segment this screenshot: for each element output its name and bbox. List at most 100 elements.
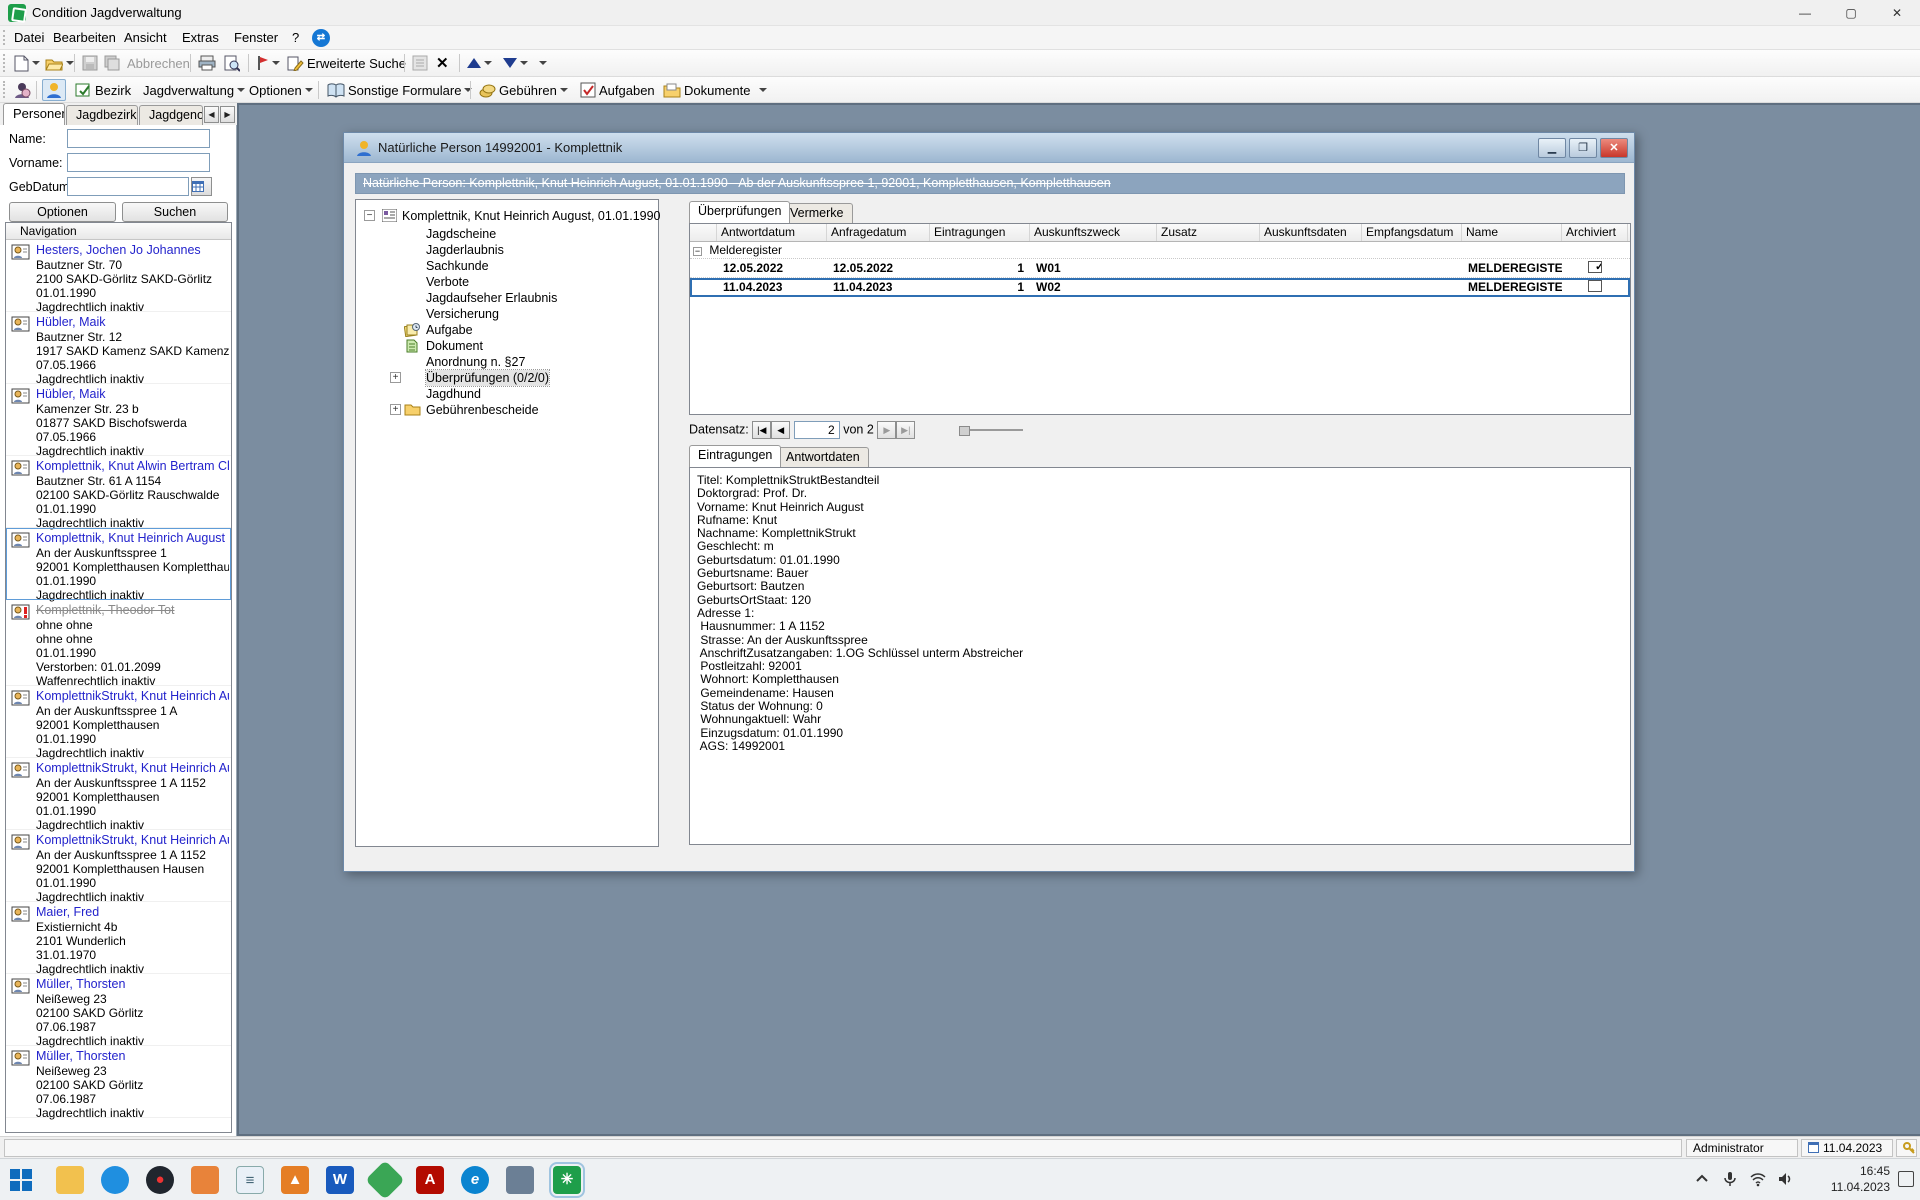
- col-empfangsdatum[interactable]: Empfangsdatum: [1362, 224, 1462, 241]
- navigate-previous-button[interactable]: [464, 52, 495, 74]
- list-item[interactable]: KomplettnikStrukt, Knut Heinrich Augu An…: [6, 686, 231, 758]
- person-name[interactable]: Hübler, Maik: [36, 387, 229, 402]
- archiviert-checkbox-checked[interactable]: ✓: [1588, 261, 1602, 273]
- taskbar-vlc-icon[interactable]: ▲: [281, 1166, 309, 1194]
- person-name[interactable]: Müller, Thorsten: [36, 1049, 229, 1064]
- navigate-next-button[interactable]: [500, 52, 531, 74]
- list-item[interactable]: Komplettnik, Knut Alwin Bertram Christ B…: [6, 456, 231, 528]
- person-name[interactable]: Komplettnik, Theodor Tot: [36, 603, 229, 618]
- save-all-button[interactable]: [101, 52, 123, 74]
- taskbar-diamond-app-icon[interactable]: [365, 1160, 405, 1200]
- jagdverwaltung-menu-button[interactable]: Jagdverwaltung: [140, 79, 248, 101]
- person-name[interactable]: Hübler, Maik: [36, 315, 229, 330]
- first-record-button[interactable]: |◀: [752, 421, 771, 439]
- tray-clock[interactable]: 16:45 11.04.2023: [1831, 1163, 1890, 1195]
- last-record-button[interactable]: ▶|: [896, 421, 915, 439]
- person-name[interactable]: Komplettnik, Knut Alwin Bertram Christ: [36, 459, 229, 474]
- open-button[interactable]: [42, 52, 77, 74]
- tray-notification-icon[interactable]: [1898, 1171, 1914, 1187]
- gebdatum-input[interactable]: [67, 177, 189, 196]
- col-auskunftszweck[interactable]: Auskunftszweck: [1030, 224, 1157, 241]
- teamviewer-icon[interactable]: ⇄: [312, 29, 330, 47]
- print-button[interactable]: [195, 52, 219, 74]
- list-item[interactable]: Hübler, Maik Bautzner Str. 12 1917 SAKD …: [6, 312, 231, 384]
- taskbar-acrobat-icon[interactable]: A: [416, 1166, 444, 1194]
- erweiterte-suche-button[interactable]: Erweiterte Suche: [284, 52, 409, 74]
- calendar-button[interactable]: [191, 177, 212, 196]
- person-name[interactable]: Maier, Fred: [36, 905, 229, 920]
- tray-network-icon[interactable]: [1750, 1171, 1768, 1189]
- menu-fenster[interactable]: Fenster: [230, 29, 282, 47]
- col-auskunftsdaten[interactable]: Auskunftsdaten: [1260, 224, 1362, 241]
- gebuehren-button[interactable]: Gebühren: [476, 79, 571, 101]
- person-name[interactable]: KomplettnikStrukt, Knut Heinrich Augu: [36, 761, 229, 776]
- start-button[interactable]: [10, 1169, 32, 1191]
- tray-chevron-up-icon[interactable]: [1694, 1171, 1712, 1189]
- tab-scroll-right-icon[interactable]: ▶: [220, 106, 235, 123]
- tab-ueberpruefungen[interactable]: Überprüfungen: [689, 201, 790, 223]
- tab-personen[interactable]: Personen: [3, 103, 65, 125]
- tray-microphone-icon[interactable]: [1722, 1171, 1740, 1189]
- close-button[interactable]: ✕: [1874, 0, 1920, 26]
- person-name[interactable]: KomplettnikStrukt, Knut Heinrich Augu: [36, 833, 229, 848]
- taskbar-word-icon[interactable]: W: [326, 1166, 354, 1194]
- abbrechen-button[interactable]: Abbrechen: [124, 52, 193, 74]
- properties-button[interactable]: [409, 52, 431, 74]
- menu-ansicht[interactable]: Ansicht: [120, 29, 171, 47]
- personen-module-button[interactable]: [42, 79, 66, 101]
- col-antwortdatum[interactable]: Antwortdatum: [717, 224, 827, 241]
- col-name[interactable]: Name: [1462, 224, 1562, 241]
- aufgaben-button[interactable]: Aufgaben: [577, 79, 658, 101]
- optionen-button[interactable]: Optionen: [9, 202, 116, 222]
- menu-bearbeiten[interactable]: Bearbeiten: [49, 29, 120, 47]
- previous-record-button[interactable]: ◀: [771, 421, 790, 439]
- record-slider[interactable]: [959, 429, 1023, 431]
- taskbar-orange-app-icon[interactable]: [191, 1166, 219, 1194]
- expand-icon[interactable]: +: [390, 404, 401, 415]
- taskbar-misc-app-icon[interactable]: [506, 1166, 534, 1194]
- person-name[interactable]: Müller, Thorsten: [36, 977, 229, 992]
- bezirk-button[interactable]: Bezirk: [72, 79, 134, 101]
- vorname-input[interactable]: [67, 153, 210, 172]
- minimize-button[interactable]: —: [1782, 0, 1828, 26]
- list-item-deceased[interactable]: Komplettnik, Theodor Tot ohne ohne ohne …: [6, 600, 231, 686]
- person-name[interactable]: Komplettnik, Knut Heinrich August: [36, 531, 229, 546]
- toolbar-overflow-button[interactable]: [756, 79, 770, 101]
- taskbar-notepad-icon[interactable]: ≡: [236, 1166, 264, 1194]
- table-row-selected[interactable]: 11.04.2023 11.04.2023 1 W02 MELDEREGISTE…: [690, 278, 1630, 297]
- save-button[interactable]: [79, 52, 101, 74]
- suchen-button[interactable]: Suchen: [122, 202, 228, 222]
- menu-datei[interactable]: Datei: [10, 29, 48, 47]
- person-name[interactable]: KomplettnikStrukt, Knut Heinrich Augu: [36, 689, 229, 704]
- tab-vermerke[interactable]: Vermerke: [781, 203, 853, 223]
- table-group-row[interactable]: − Melderegister: [690, 242, 1630, 259]
- taskbar-media-player-icon[interactable]: ●: [146, 1166, 174, 1194]
- table-row[interactable]: 12.05.2022 12.05.2022 1 W01 MELDEREGISTE…: [690, 259, 1630, 278]
- dokumente-button[interactable]: Dokumente: [660, 79, 753, 101]
- person-name[interactable]: Hesters, Jochen Jo Johannes: [36, 243, 229, 258]
- next-record-button[interactable]: ▶: [877, 421, 896, 439]
- new-document-button[interactable]: [11, 52, 43, 74]
- list-item[interactable]: Hesters, Jochen Jo Johannes Bautzner Str…: [6, 240, 231, 312]
- optionen-menu-button[interactable]: Optionen: [246, 79, 316, 101]
- eintragungen-text[interactable]: Titel: KomplettnikStruktBestandteil Dokt…: [689, 467, 1631, 845]
- toolbar-overflow-button[interactable]: [536, 52, 550, 74]
- archiviert-checkbox-unchecked[interactable]: [1588, 280, 1602, 292]
- list-item[interactable]: Maier, Fred Existiernicht 4b 2101 Wunder…: [6, 902, 231, 974]
- expand-icon[interactable]: +: [390, 372, 401, 383]
- maximize-button[interactable]: ▢: [1828, 0, 1874, 26]
- dialog-maximize-button[interactable]: ❐: [1569, 138, 1597, 158]
- flag-filter-button[interactable]: [253, 52, 283, 74]
- tab-scroll-left-icon[interactable]: ◀: [204, 106, 219, 123]
- list-item[interactable]: KomplettnikStrukt, Knut Heinrich Augu An…: [6, 758, 231, 830]
- list-item[interactable]: Müller, Thorsten Neißeweg 23 02100 SAKD …: [6, 1046, 231, 1118]
- tab-jagdgenossen[interactable]: Jagdgenossen: [139, 105, 203, 125]
- taskbar-browser-icon[interactable]: [101, 1166, 129, 1194]
- collapse-icon[interactable]: −: [364, 210, 375, 221]
- col-zusatz[interactable]: Zusatz: [1157, 224, 1260, 241]
- delete-button[interactable]: ✕: [433, 52, 452, 74]
- menu-hilfe[interactable]: ?: [288, 29, 303, 47]
- tab-jagdbezirke[interactable]: Jagdbezirke: [66, 105, 138, 125]
- tab-eintragungen[interactable]: Eintragungen: [689, 445, 781, 467]
- taskbar-condition-app-icon[interactable]: ✳: [553, 1166, 581, 1194]
